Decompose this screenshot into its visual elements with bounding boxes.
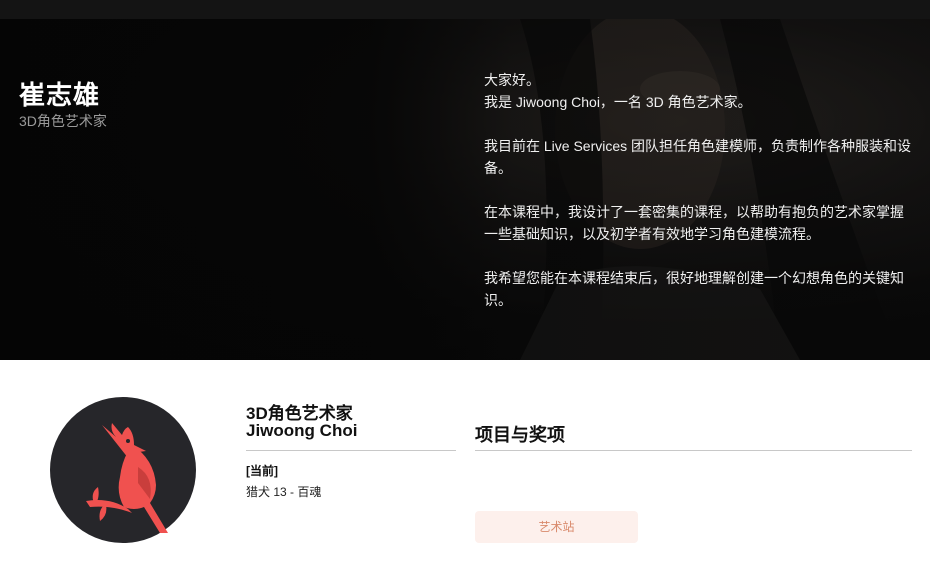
cardinal-bird-icon xyxy=(86,423,168,533)
intro-line: 我是 Jiwoong Choi，一名 3D 角色艺术家。 xyxy=(484,94,752,110)
intro-line: 大家好。 xyxy=(484,72,540,88)
intro-paragraph: 在本课程中，我设计了一套密集的课程，以帮助有抱负的艺术家掌握一些基础知识，以及初… xyxy=(484,204,904,242)
intro-paragraph: 我希望您能在本课程结束后，很好地理解创建一个幻想角色的关键知识。 xyxy=(484,270,904,308)
instructor-name: 崔志雄 xyxy=(19,80,101,110)
avatar xyxy=(50,397,196,543)
hero-banner: 崔志雄 3D角色艺术家 大家好。 我是 Jiwoong Choi，一名 3D 角… xyxy=(0,19,930,360)
current-position: 猎犬 13 - 百魂 xyxy=(246,485,322,499)
bio-divider xyxy=(246,450,456,451)
instructor-role: 3D角色艺术家 xyxy=(19,113,107,129)
intro-paragraph: 我目前在 Live Services 团队担任角色建模师，负责制作各种服装和设备… xyxy=(484,138,912,176)
instructor-intro: 大家好。 我是 Jiwoong Choi，一名 3D 角色艺术家。 我目前在 L… xyxy=(484,69,916,311)
bio-name: Jiwoong Choi xyxy=(246,421,358,440)
artstation-button[interactable]: 艺术站 xyxy=(475,511,638,543)
top-nav-bar xyxy=(0,0,930,19)
current-label: [当前] xyxy=(246,464,278,478)
projects-title: 项目与奖项 xyxy=(475,425,565,445)
projects-divider xyxy=(475,450,912,451)
